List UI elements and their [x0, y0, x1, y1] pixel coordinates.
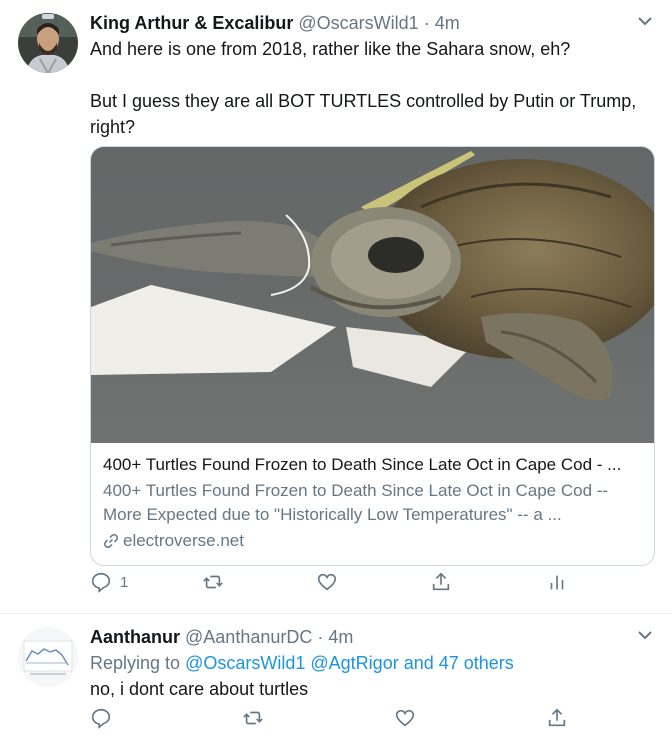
tweet-text: no, i dont care about turtles — [90, 679, 309, 699]
retweet-icon — [203, 575, 223, 589]
link-icon — [104, 534, 118, 548]
tweet-actions — [90, 706, 570, 730]
tweet-header: Aanthanur @AanthanurDC · 4m — [90, 624, 654, 650]
retweet-icon — [243, 711, 263, 725]
share-icon — [548, 708, 566, 727]
analytics-button[interactable] — [546, 570, 568, 594]
replying-prefix: Replying to — [90, 653, 181, 673]
retweet-button[interactable] — [202, 570, 224, 594]
heart-icon — [395, 709, 415, 727]
card-domain: electroverse.net — [103, 529, 644, 553]
card-body: 400+ Turtles Found Frozen to Death Since… — [103, 453, 644, 553]
card-image — [91, 147, 654, 443]
reply-count: 1 — [120, 573, 129, 591]
tweet-text-line: And here is one from 2018, rather like t… — [90, 39, 571, 59]
reply-button[interactable] — [90, 706, 112, 730]
tweet-content: Aanthanur @AanthanurDC · 4m Replying to … — [90, 624, 654, 702]
others-link[interactable]: and 47 others — [404, 653, 514, 673]
like-button[interactable] — [316, 570, 338, 594]
link-card[interactable]: 400+ Turtles Found Frozen to Death Since… — [90, 146, 655, 566]
share-button[interactable] — [546, 706, 568, 730]
tweet[interactable]: Aanthanur @AanthanurDC · 4m Replying to … — [0, 614, 672, 756]
timestamp[interactable]: 4m — [435, 13, 460, 33]
analytics-icon — [550, 575, 564, 590]
timestamp[interactable]: 4m — [328, 627, 353, 647]
like-button[interactable] — [394, 706, 416, 730]
tweet-content: King Arthur & Excalibur @OscarsWild1 · 4… — [90, 10, 655, 566]
tweet-text-line: But I guess they are all BOT TURTLES con… — [90, 91, 637, 137]
reply-button[interactable]: 1 — [90, 570, 128, 594]
display-name[interactable]: Aanthanur — [90, 627, 180, 647]
card-domain-text: electroverse.net — [123, 531, 244, 550]
card-description: 400+ Turtles Found Frozen to Death Since… — [103, 481, 609, 524]
mention-link[interactable]: @AgtRigor — [310, 653, 398, 673]
mention-link[interactable]: @OscarsWild1 — [185, 653, 305, 673]
share-icon — [432, 572, 450, 591]
separator: · — [317, 627, 324, 647]
card-title: 400+ Turtles Found Frozen to Death Since… — [103, 455, 622, 474]
tweet[interactable]: King Arthur & Excalibur @OscarsWild1 · 4… — [0, 0, 672, 614]
user-handle[interactable]: @AanthanurDC — [185, 627, 312, 647]
tweet-header: King Arthur & Excalibur @OscarsWild1 · 4… — [90, 10, 654, 36]
retweet-button[interactable] — [242, 706, 264, 730]
tweet-actions: 1 — [90, 570, 570, 594]
tweet-text: And here is one from 2018, rather like t… — [90, 36, 654, 140]
separator: · — [423, 13, 430, 33]
user-handle[interactable]: @OscarsWild1 — [298, 13, 418, 33]
reply-icon — [91, 572, 111, 593]
avatar[interactable] — [18, 627, 78, 687]
avatar[interactable] — [18, 13, 78, 73]
reply-icon — [91, 708, 111, 729]
share-button[interactable] — [430, 570, 452, 594]
replying-to: Replying to @OscarsWild1 @AgtRigor and 4… — [90, 650, 654, 676]
display-name[interactable]: King Arthur & Excalibur — [90, 13, 293, 33]
heart-icon — [317, 573, 337, 591]
